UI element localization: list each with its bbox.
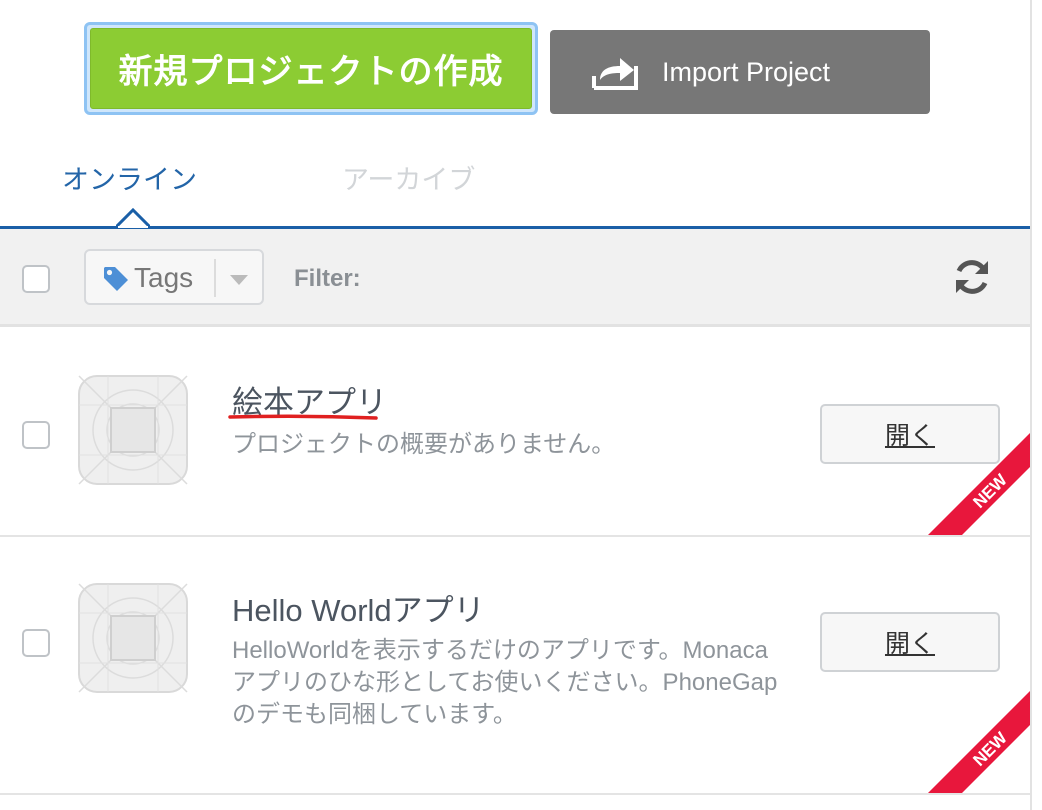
import-project-label: Import Project <box>662 56 831 87</box>
annotation-underline <box>228 414 378 420</box>
tags-dropdown-button[interactable]: Tags <box>84 249 264 305</box>
project-row[interactable]: 絵本アプリ プロジェクトの概要がありません。 開く NEW <box>0 327 1030 537</box>
new-badge-ribbon: NEW <box>928 691 1030 793</box>
app-placeholder-icon <box>78 375 188 485</box>
description-line: HelloWorldを表示するだけのアプリです。Monaca <box>232 637 768 664</box>
list-toolbar: Tags Filter: <box>0 229 1030 327</box>
new-project-button[interactable]: 新規プロジェクトの作成 <box>90 28 532 109</box>
project-title[interactable]: Hello Worldアプリ <box>232 585 485 630</box>
filter-label: Filter: <box>294 265 361 292</box>
import-project-button[interactable]: Import Project <box>550 30 930 114</box>
open-project-button[interactable]: 開く <box>820 612 1000 672</box>
tag-icon <box>104 267 128 291</box>
description-line: アプリのひな形としてお使いください。PhoneGap <box>232 669 778 696</box>
list-bottom-edge <box>0 795 1030 810</box>
project-list-page: 新規プロジェクトの作成 Import Project オンライン アーカイブ T… <box>0 0 1030 810</box>
project-description: HelloWorldを表示するだけのアプリです。Monaca アプリのひな形とし… <box>232 635 802 731</box>
tags-label: Tags <box>134 262 194 293</box>
project-select-checkbox[interactable] <box>22 421 50 449</box>
tags-divider <box>214 259 216 297</box>
description-line: のデモも同梱しています。 <box>232 701 517 728</box>
refresh-icon[interactable] <box>952 257 992 297</box>
select-all-checkbox[interactable] <box>22 265 50 293</box>
project-tabs: オンライン アーカイブ <box>0 140 1030 230</box>
caret-down-icon[interactable] <box>230 275 248 285</box>
new-badge-ribbon: NEW <box>928 433 1030 535</box>
active-tab-caret-icon <box>116 208 150 228</box>
project-select-checkbox[interactable] <box>22 629 50 657</box>
tab-online[interactable]: オンライン <box>62 158 197 197</box>
tab-archive[interactable]: アーカイブ <box>342 158 475 197</box>
project-description: プロジェクトの概要がありません。 <box>232 429 802 461</box>
app-placeholder-icon <box>78 583 188 693</box>
new-project-button-focus-ring: 新規プロジェクトの作成 <box>84 22 538 115</box>
project-row[interactable]: Hello Worldアプリ HelloWorldを表示するだけのアプリです。M… <box>0 537 1030 795</box>
window-right-edge <box>1030 0 1042 810</box>
description-line: プロジェクトの概要がありません。 <box>232 431 616 458</box>
import-arrow-icon <box>592 58 638 90</box>
